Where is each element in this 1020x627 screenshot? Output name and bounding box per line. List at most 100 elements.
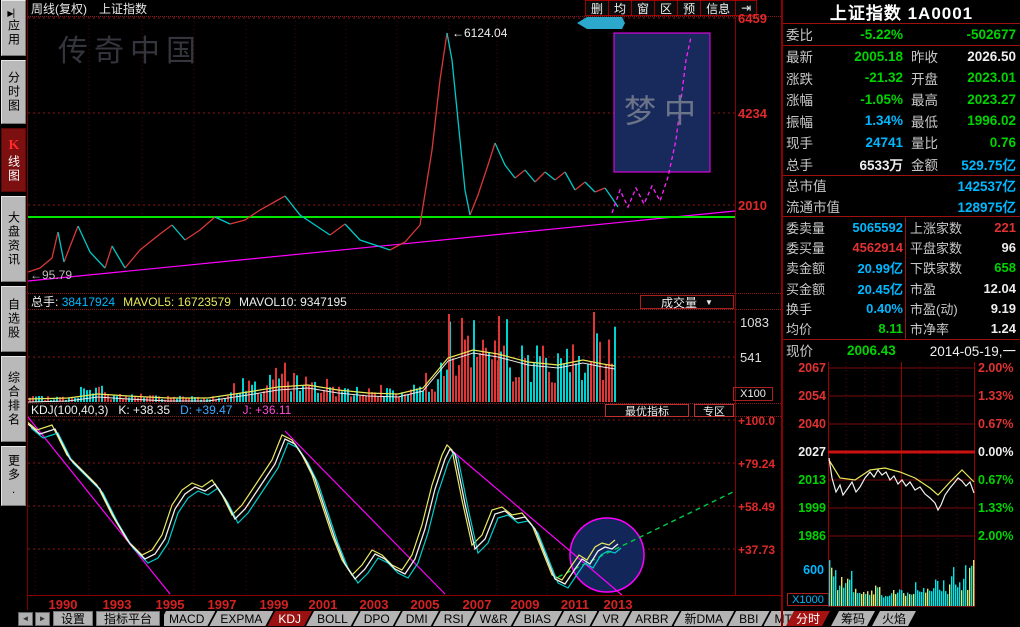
stat-value: 9.19 (967, 301, 1020, 316)
tab-newdma[interactable]: 新DMA (674, 611, 735, 626)
ma-button[interactable]: 均 (609, 1, 632, 15)
cap-row: 流通市值 128975亿 (783, 196, 1020, 217)
tab-kdj[interactable]: KDJ (267, 611, 312, 626)
tab-wr[interactable]: W&R (469, 611, 519, 626)
quote-value: 2023.01 (953, 70, 1020, 85)
chart-period-label: 周线(复权) (31, 0, 87, 17)
intraday-right-label: 2.00% (978, 529, 1020, 543)
intraday-right-label: 0.00% (978, 445, 1020, 459)
x-axis-years: 1990 1993 1995 1997 1999 2001 2003 2005 … (28, 595, 781, 610)
intraday-right-label: 0.67% (978, 417, 1020, 431)
mavol5-line (28, 350, 615, 399)
current-price-label: 现价 (783, 340, 813, 360)
tab-bbi[interactable]: BBI (728, 611, 769, 626)
cap-value: 142537亿 (863, 175, 1020, 195)
stat-value: 0.40% (833, 301, 903, 316)
info-button[interactable]: 信息 (701, 1, 736, 15)
mavol10: MAVOL10: 9347195 (239, 295, 347, 309)
quote-value: 2023.27 (953, 92, 1020, 107)
sidebar-item-label: 大盘资讯 (8, 211, 20, 267)
tab-boll[interactable]: BOLL (306, 611, 359, 626)
quote-label: 最新 (783, 46, 831, 66)
tab-dmi[interactable]: DMI (395, 611, 439, 626)
tab-arbr[interactable]: ARBR (624, 611, 679, 626)
intraday-left-label: 2040 (784, 417, 826, 431)
watermark: 传奇中国 (58, 26, 202, 70)
quote-label: 涨幅 (783, 89, 831, 109)
kdj-axis-4: +37.73 (738, 543, 775, 557)
stat-label: 委买量 (783, 238, 833, 257)
window-button[interactable]: 窗 (632, 1, 655, 15)
quote-label: 振幅 (783, 111, 831, 131)
kdj-k-line (28, 424, 618, 584)
cap-label: 流通市值 (783, 196, 863, 216)
sidebar-item-market-news[interactable]: 大盘资讯 (1, 196, 26, 282)
stat-value: 8.11 (833, 321, 903, 336)
vol-axis-label-1: 1083 (740, 315, 769, 330)
quote-label: 委比 (783, 24, 831, 44)
indicator-dropdown[interactable]: 成交量 ▼ (640, 295, 734, 309)
stat-label: 卖金额 (783, 258, 833, 277)
stat-label: 市盈(动) (903, 299, 967, 318)
tab-vr[interactable]: VR (591, 611, 630, 626)
indicator-platform-button[interactable]: 指标平台 (96, 611, 160, 626)
quote-value: -21.32 (831, 70, 903, 85)
tab-dpo[interactable]: DPO (353, 611, 401, 626)
quote-value: 1996.02 (953, 113, 1020, 128)
kdj-chart[interactable] (28, 417, 736, 595)
chevron-down-icon: ▼ (705, 298, 713, 307)
best-indicator-button[interactable]: 最优指标 (605, 404, 689, 417)
stat-label: 均价 (783, 319, 833, 338)
settings-button[interactable]: 设置 (53, 611, 93, 626)
sidebar-item-ranking[interactable]: 综合排名 (1, 356, 26, 442)
sidebar-item-watchlist[interactable]: 自选股 (1, 286, 26, 352)
stats-row: 买金额 20.45亿 市盈 12.04 (783, 278, 1020, 298)
quote-row: 涨跌 -21.32 开盘 2023.01 (783, 67, 1020, 89)
scroll-left-icon[interactable]: ◄ (18, 612, 33, 626)
quote-label: 量比 (903, 132, 953, 152)
sidebar-item-more[interactable]: 更多. (1, 446, 26, 506)
intraday-left-label: 1999 (784, 501, 826, 515)
quote-label: 总手 (783, 154, 831, 174)
forecast-button[interactable]: 预 (678, 1, 701, 15)
sidebar-item-label: 综合排名 (8, 371, 20, 427)
vol-scale-badge: X100 (733, 387, 773, 401)
delete-button[interactable]: 删 (586, 1, 609, 15)
market-cap-block: 总市值 142537亿 流通市值 128975亿 (783, 175, 1020, 217)
sidebar-item-app[interactable]: ▶▏ 应用 (1, 0, 26, 56)
vol-axis-label-2: 541 (740, 350, 762, 365)
intraday-chart[interactable] (828, 362, 976, 608)
zone-button-kdj[interactable]: 专区 (694, 404, 734, 417)
peak-price-label: ←6124.04 (452, 26, 507, 40)
kdj-d-line (31, 428, 621, 588)
tab-asi[interactable]: ASI (556, 611, 597, 626)
kdj-k-value: K: +38.35 (118, 403, 170, 417)
tab-rsi[interactable]: RSI (433, 611, 475, 626)
stat-value: 96 (967, 240, 1020, 255)
chart-header: 周线(复权) 上证指数 删 均 窗 区 预 信息 ⇥ (28, 0, 781, 17)
volume-chart[interactable] (28, 310, 736, 403)
quote-label: 最低 (903, 111, 953, 131)
cyan-arrow-annotation (577, 17, 625, 29)
sidebar-item-label: 应用 (8, 19, 20, 47)
stats-row: 卖金额 20.99亿 下跌家数 658 (783, 258, 1020, 278)
stat-value: 20.45亿 (833, 279, 903, 298)
sidebar-item-intraday-chart[interactable]: 分时图 (1, 60, 26, 124)
main-axis-label-mid: 4234 (738, 106, 767, 121)
quote-value: -5.22% (831, 27, 903, 42)
stat-label: 平盘家数 (903, 238, 967, 257)
quote-value: -502677 (953, 27, 1020, 42)
sidebar-item-label: 更多. (8, 454, 20, 498)
tab-expma[interactable]: EXPMA (209, 611, 273, 626)
zone-button[interactable]: 区 (655, 1, 678, 15)
sidebar-item-kline-chart[interactable]: K线图 (1, 128, 26, 192)
sidebar-item-label: 分时图 (8, 71, 20, 113)
tab-bias[interactable]: BIAS (513, 611, 562, 626)
tab-macd[interactable]: MACD (164, 611, 215, 626)
current-price-row: 现价 2006.43 2014-05-19,一 (783, 340, 1020, 360)
scroll-right-icon[interactable]: ► (35, 612, 50, 626)
quote-label: 开盘 (903, 68, 953, 88)
quote-value: 2005.18 (831, 49, 903, 64)
quote-value: 6533万 (831, 154, 903, 174)
quote-label: 昨收 (903, 46, 953, 66)
